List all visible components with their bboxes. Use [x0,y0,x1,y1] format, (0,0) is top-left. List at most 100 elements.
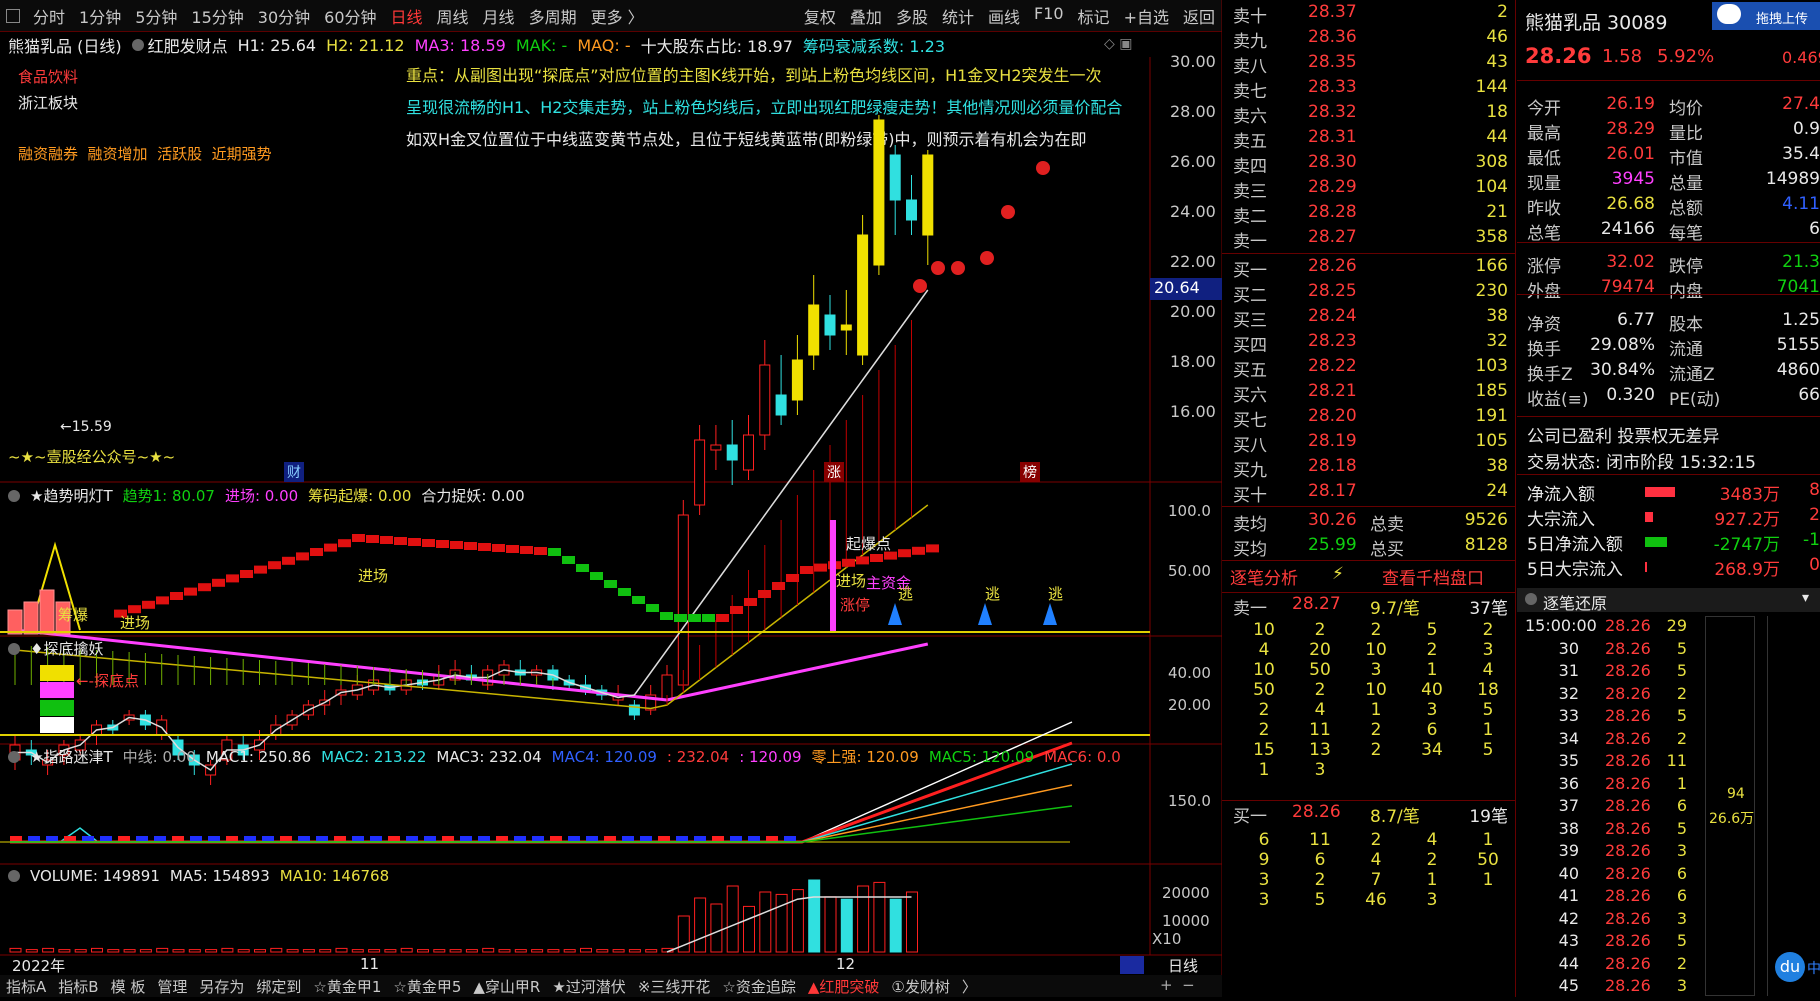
indicator-tab-10[interactable]: ※三线开花 [638,976,711,997]
ask-row[interactable]: 卖六 28.32 18 [1222,102,1516,127]
bid-row[interactable]: 买五 28.22 103 [1222,356,1516,381]
panel1-trend-block [436,540,449,548]
trace-collapse-icon[interactable]: ▾ [1802,590,1809,606]
order-volume: 104 [1475,177,1508,197]
indicator-tab-2[interactable]: 模 板 [111,976,146,997]
panel3-title[interactable]: ★指路迷津T [30,746,113,767]
quote-row: 换手Z 30.84% 流通Z 4860 [1517,360,1820,385]
indicator-tab-13[interactable]: ①发财树 [891,976,949,997]
ask-row[interactable]: 卖三 28.29 104 [1222,177,1516,202]
panel2-title[interactable]: ♦探底擒妖 [30,638,103,659]
indicator-tab-6[interactable]: ☆黄金甲1 [313,976,381,997]
buy-queue-cell: 6 [1314,850,1326,870]
sell-queue-cell: 2 [1426,640,1438,660]
quote-stock-name[interactable]: 熊猫乳品 30089 [1525,8,1667,35]
ask-row[interactable]: 卖七 28.33 144 [1222,77,1516,102]
indicator-tab-5[interactable]: 绑定到 [256,976,301,997]
order-level-label: 买六 [1233,386,1267,406]
quote-field-value: 1.25 [1782,310,1820,330]
panel4-dropdown-icon[interactable] [8,870,20,882]
panel1-trend-block [464,542,477,550]
panel3-dropdown-icon[interactable] [8,750,20,763]
panel1-dropdown-icon[interactable] [8,489,20,502]
trace-volume: 29 [1666,616,1687,635]
panel1-trend-block [296,552,309,561]
panel1-signal-label: 进场 [358,567,389,585]
bid-row[interactable]: 买九 28.18 38 [1222,456,1516,481]
bid-row[interactable]: 买十 28.17 24 [1222,481,1516,506]
buy-queue-cell: 5 [1314,890,1326,910]
panel1-trend-block [870,554,883,562]
bid-row[interactable]: 买二 28.25 230 [1222,281,1516,306]
trace-title[interactable]: 逐笔还原 [1543,590,1607,614]
sell-queue-cell: 20 [1309,640,1331,660]
event-mark-ranking[interactable]: 榜 [1020,462,1040,482]
candle-body [759,364,771,436]
panel1-bar [39,589,55,635]
order-price: 28.36 [1308,27,1357,47]
thousand-level-tab[interactable]: 查看千档盘口 [1382,564,1484,589]
order-volume: 32 [1486,331,1508,351]
quote-field-label: 最高 [1527,124,1561,144]
ask-row[interactable]: 卖一 28.27 358 [1222,227,1516,252]
zoom-controls[interactable]: + − [1160,976,1195,994]
indicator-tab-11[interactable]: ☆资金追踪 [722,976,795,997]
du-ime-icon[interactable]: du [1775,952,1805,982]
panel2-header: ♦探底擒妖 [8,638,113,659]
panel1-title[interactable]: ★趋势明灯T [30,485,113,506]
tick-analysis-tab[interactable]: 逐笔分析 [1230,564,1298,589]
bid-row[interactable]: 买四 28.23 32 [1222,331,1516,356]
panel2-dropdown-icon[interactable] [8,642,20,655]
indicator-tab-3[interactable]: 管理 [157,976,187,997]
event-mark-finance[interactable]: 财 [284,462,304,482]
xaxis-scroll-thumb[interactable] [1120,956,1144,974]
panel1-trend-block [352,534,365,542]
buy-queue-cell: 9 [1258,850,1270,870]
bid-row[interactable]: 买三 28.24 38 [1222,306,1516,331]
volume-value[interactable]: VOLUME: 149891 [30,867,160,885]
flow-bar [1645,537,1667,547]
quote-field-value: 6.77 [1617,310,1655,330]
bid-row[interactable]: 买一 28.26 166 [1222,256,1516,281]
indicator-tab-1[interactable]: 指标B [58,976,98,997]
mac-bar [658,836,670,841]
trace-dropdown-icon[interactable] [1525,593,1537,605]
trace-row: 44 28.26 2 [1517,954,1697,979]
panel3-mac6: MAC6: 0.0 [1044,747,1121,766]
panel1-trend-block [520,546,533,554]
bid-row[interactable]: 买六 28.21 185 [1222,381,1516,406]
ask-row[interactable]: 卖四 28.30 308 [1222,152,1516,177]
indicator-tab-0[interactable]: 指标A [6,976,46,997]
indicator-tab-8[interactable]: ▲穿山甲R [473,976,540,997]
price-axis-tick: 28.00 [1170,102,1216,121]
quote-field-label: 收益(≡) [1527,390,1589,410]
ask-row[interactable]: 卖十 28.37 2 [1222,2,1516,27]
panel2-axis-40: 40.00 [1168,664,1211,682]
indicator-tab-7[interactable]: ☆黄金甲5 [393,976,461,997]
order-price: 28.32 [1308,102,1357,122]
indicator-tab-12[interactable]: ▲红肥突破 [808,976,880,997]
indicator-tab-4[interactable]: 另存为 [199,976,244,997]
xaxis-period[interactable]: 日线 [1168,955,1198,976]
ask-row[interactable]: 卖九 28.36 46 [1222,27,1516,52]
event-mark-limit-up[interactable]: 涨 [824,462,844,482]
ask-row[interactable]: 卖八 28.35 43 [1222,52,1516,77]
ask-row[interactable]: 卖五 28.31 44 [1222,127,1516,152]
quote-field-label: PE(动) [1669,390,1721,410]
bid-row[interactable]: 买七 28.20 191 [1222,406,1516,431]
bottom-point-block [40,682,74,698]
buy-queue-cell: 2 [1314,870,1326,890]
panel1-trend-block [212,578,225,587]
indicator-tab-9[interactable]: ★过河潜伏 [552,976,625,997]
order-level-label: 卖八 [1233,57,1267,77]
flow-label: 5日大宗流入 [1527,560,1623,580]
ask-row[interactable]: 卖二 28.28 21 [1222,202,1516,227]
order-price: 28.26 [1308,256,1357,276]
cloud-icon[interactable] [1717,4,1741,24]
bid-row[interactable]: 买八 28.19 105 [1222,431,1516,456]
trace-row: 41 28.26 6 [1517,886,1697,911]
indicator-tab-14[interactable]: 〉 [962,976,977,997]
panel1-trend-block [772,582,785,590]
order-price: 28.30 [1308,152,1357,172]
panel1-trend-block [240,570,253,578]
